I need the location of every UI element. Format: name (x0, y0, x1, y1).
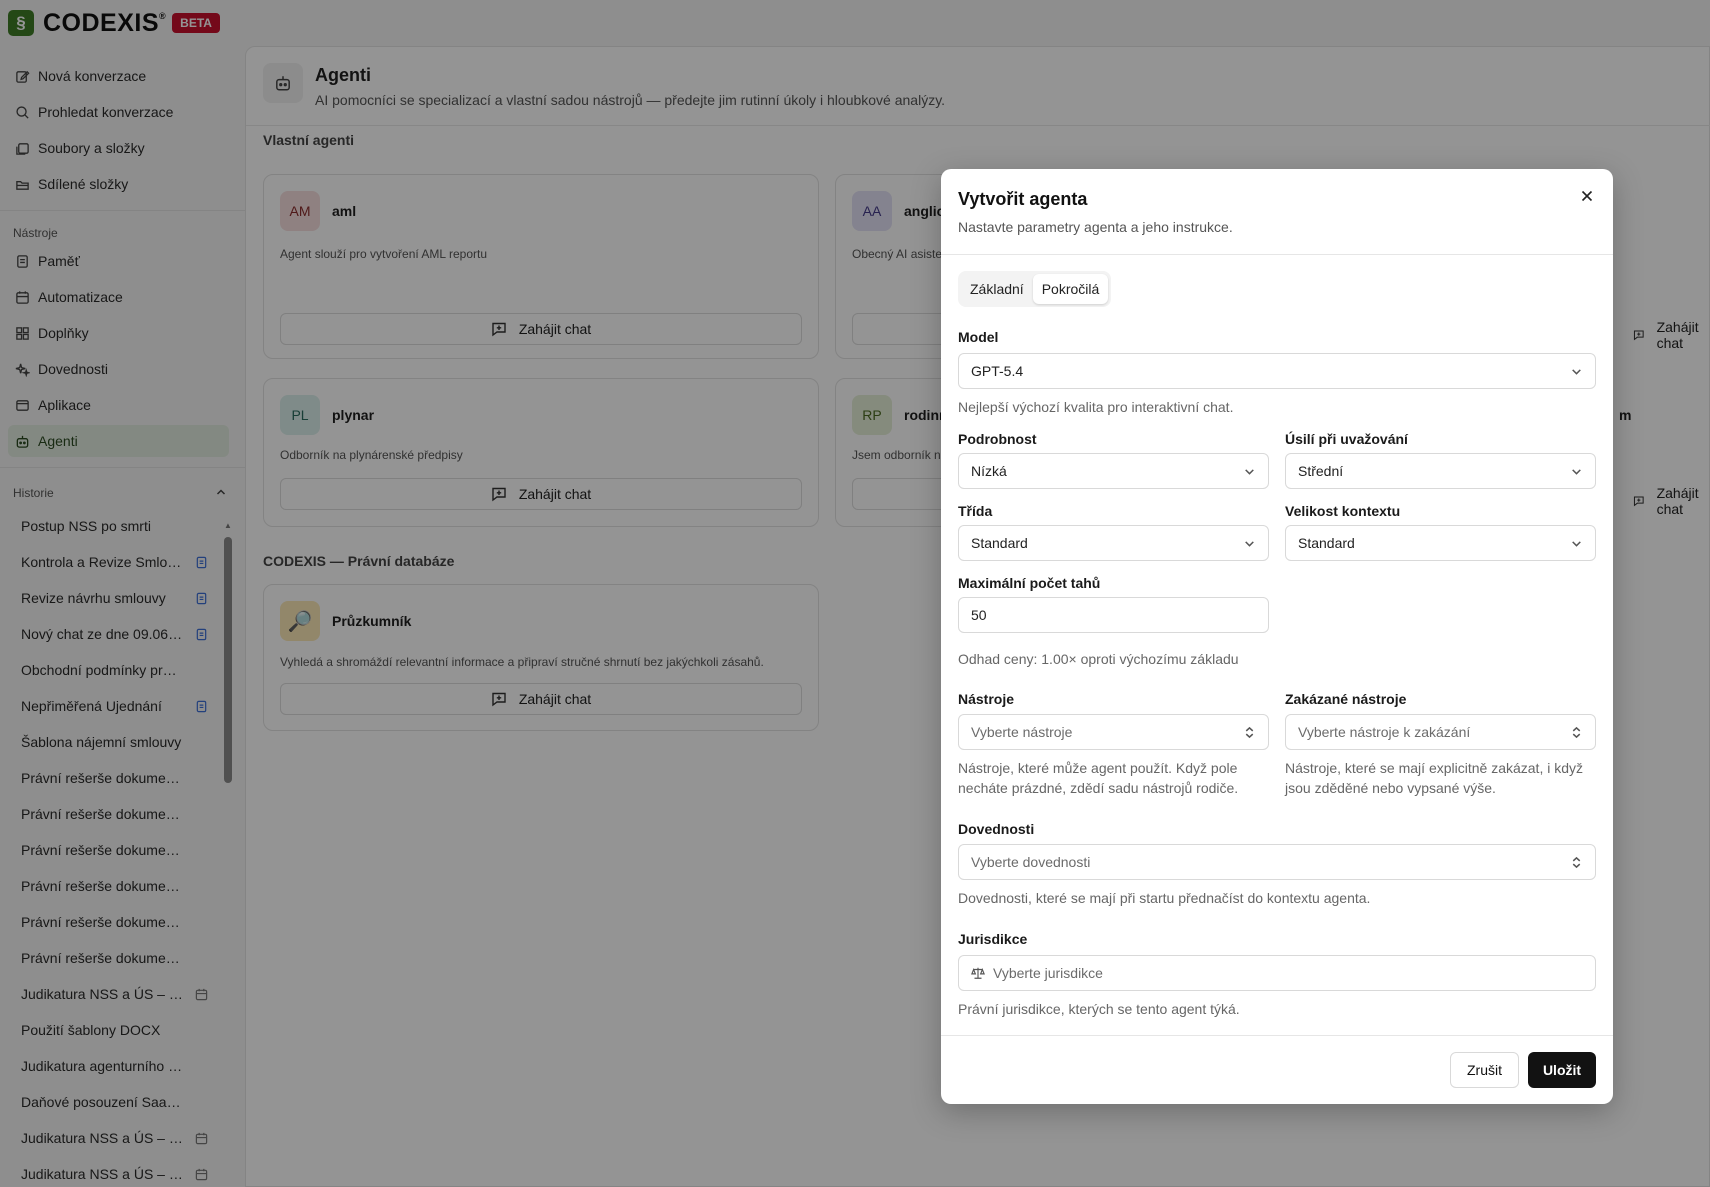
forbidden-tools-label: Zakázané nástroje (1285, 691, 1407, 707)
tier-value: Standard (971, 535, 1028, 551)
jurisdiction-placeholder: Vyberte jurisdikce (993, 965, 1103, 981)
chevron-down-icon (1245, 469, 1254, 475)
max-turns-value: 50 (971, 607, 987, 623)
chevrons-up-down-icon (1245, 726, 1254, 739)
context-size-label: Velikost kontextu (1285, 503, 1401, 519)
jurisdiction-input[interactable]: Vyberte jurisdikce (958, 955, 1596, 991)
skills-placeholder: Vyberte dovednosti (971, 854, 1091, 870)
tab-advanced[interactable]: Pokročilá (1032, 274, 1109, 304)
chevron-down-icon (1572, 541, 1581, 547)
tier-label: Třída (958, 503, 993, 519)
tools-hint: Nástroje, které může agent použít. Když … (958, 760, 1239, 796)
model-hint: Nejlepší výchozí kvalita pro interaktivn… (958, 399, 1234, 415)
forbidden-tools-placeholder: Vyberte nástroje k zakázání (1298, 724, 1471, 740)
skills-hint: Dovednosti, které se mají při startu pře… (958, 890, 1371, 906)
divider (941, 254, 1613, 255)
tab-basic[interactable]: Základní (961, 274, 1033, 304)
create-agent-dialog: Vytvořit agenta Nastavte parametry agent… (941, 169, 1613, 1104)
tools-multiselect[interactable]: Vyberte nástroje (958, 714, 1269, 750)
price-estimate: Odhad ceny: 1.00× oproti výchozímu zákla… (958, 651, 1239, 667)
reasoning-value: Střední (1298, 463, 1344, 479)
chevrons-up-down-icon (1572, 726, 1581, 739)
tier-select[interactable]: Standard (958, 525, 1269, 561)
verbosity-select[interactable]: Nízká (958, 453, 1269, 489)
context-size-select[interactable]: Standard (1285, 525, 1596, 561)
model-value: GPT-5.4 (971, 363, 1024, 379)
divider (941, 1035, 1613, 1036)
scales-icon (971, 967, 985, 979)
jurisdiction-hint: Právní jurisdikce, kterých se tento agen… (958, 1001, 1240, 1017)
cancel-button[interactable]: Zrušit (1450, 1052, 1519, 1088)
dialog-title: Vytvořit agenta (958, 189, 1088, 209)
tools-label: Nástroje (958, 691, 1015, 707)
context-size-value: Standard (1298, 535, 1355, 551)
verbosity-value: Nízká (971, 463, 1007, 479)
jurisdiction-label: Jurisdikce (958, 931, 1028, 947)
forbidden-tools-hint: Nástroje, které se mají explicitně zakáz… (1285, 760, 1584, 796)
model-select[interactable]: GPT-5.4 (958, 353, 1596, 389)
chevron-down-icon (1572, 469, 1581, 475)
chevrons-up-down-icon (1572, 856, 1581, 869)
chevron-down-icon (1245, 541, 1254, 547)
skills-label: Dovednosti (958, 821, 1035, 837)
dialog-subtitle: Nastavte parametry agenta a jeho instruk… (958, 219, 1233, 235)
forbidden-tools-multiselect[interactable]: Vyberte nástroje k zakázání (1285, 714, 1596, 750)
max-turns-input[interactable]: 50 (958, 597, 1269, 633)
reasoning-label: Úsilí při uvažování (1285, 431, 1408, 447)
model-label: Model (958, 329, 999, 345)
close-icon[interactable] (1577, 186, 1597, 206)
save-button[interactable]: Uložit (1528, 1052, 1596, 1088)
chevron-down-icon (1572, 369, 1581, 375)
max-turns-label: Maximální počet tahů (958, 575, 1101, 591)
dialog-tabs: Základní Pokročilá (958, 271, 1112, 307)
reasoning-select[interactable]: Střední (1285, 453, 1596, 489)
verbosity-label: Podrobnost (958, 431, 1037, 447)
skills-multiselect[interactable]: Vyberte dovednosti (958, 844, 1596, 880)
tools-placeholder: Vyberte nástroje (971, 724, 1073, 740)
